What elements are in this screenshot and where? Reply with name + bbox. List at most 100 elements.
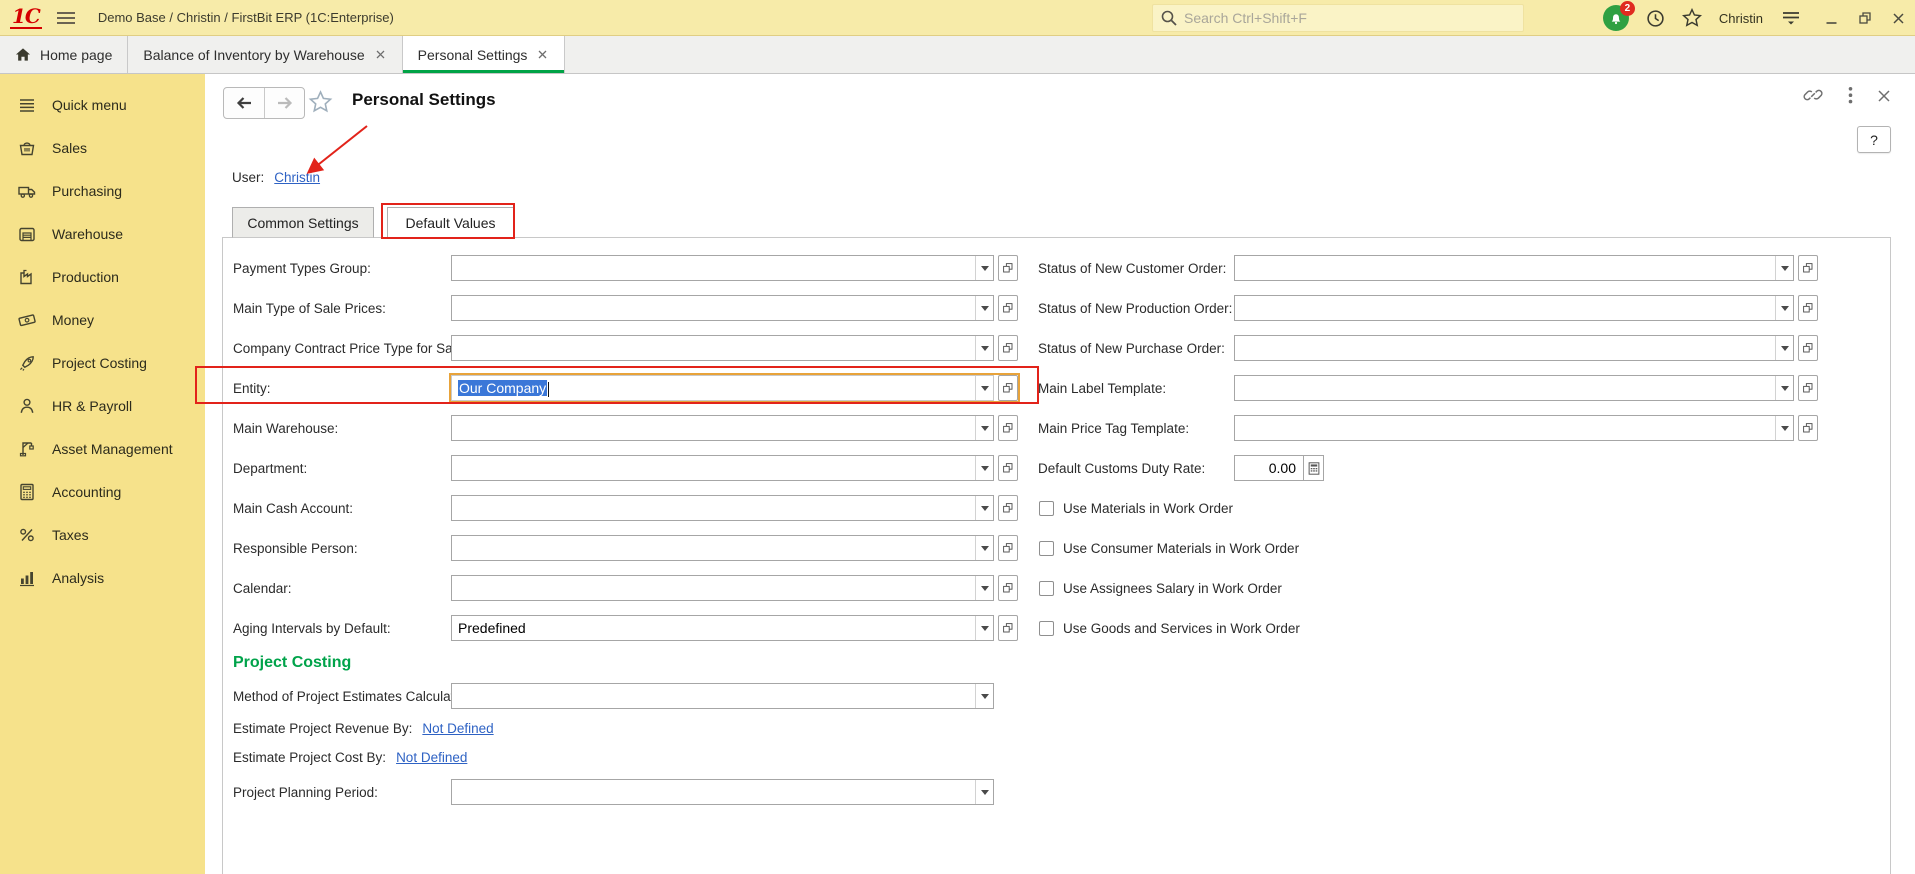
minimize-button[interactable]	[1825, 12, 1838, 25]
choose-from-list-button[interactable]	[1798, 375, 1818, 401]
sidebar-item-hr-payroll[interactable]: HR & Payroll	[0, 384, 205, 427]
aging-intervals-input[interactable]: Predefined	[451, 615, 994, 641]
field-label: Status of New Purchase Order:	[1038, 341, 1234, 356]
status-new-production-order-input[interactable]	[1234, 295, 1794, 321]
project-planning-period-input[interactable]	[451, 779, 994, 805]
get-link-button[interactable]	[1803, 86, 1824, 105]
choose-from-list-button[interactable]	[998, 335, 1018, 361]
dropdown-arrow-icon[interactable]	[975, 336, 993, 360]
choose-from-list-button[interactable]	[998, 615, 1018, 641]
tab-close-icon[interactable]	[374, 48, 387, 61]
close-form-button[interactable]	[1877, 89, 1891, 103]
dropdown-arrow-icon[interactable]	[975, 536, 993, 560]
main-cash-account-input[interactable]	[451, 495, 994, 521]
estimate-revenue-link[interactable]: Not Defined	[422, 721, 493, 736]
dropdown-arrow-icon[interactable]	[975, 256, 993, 280]
choose-from-list-button[interactable]	[998, 535, 1018, 561]
choose-from-list-button[interactable]	[998, 455, 1018, 481]
sidebar-item-taxes[interactable]: Taxes	[0, 513, 205, 556]
sidebar-item-label: Warehouse	[52, 226, 123, 242]
sidebar-item-accounting[interactable]: Accounting	[0, 470, 205, 513]
main-menu-button[interactable]	[56, 11, 76, 25]
choose-from-list-button[interactable]	[1798, 295, 1818, 321]
history-button[interactable]	[1646, 9, 1665, 28]
dropdown-arrow-icon[interactable]	[975, 496, 993, 520]
tab-close-icon[interactable]	[536, 48, 549, 61]
sidebar-item-label: Asset Management	[52, 441, 173, 457]
use-materials-checkbox[interactable]	[1039, 501, 1054, 516]
dropdown-arrow-icon[interactable]	[1775, 416, 1793, 440]
status-new-purchase-order-input[interactable]	[1234, 335, 1794, 361]
choose-from-list-button[interactable]	[998, 575, 1018, 601]
main-price-tag-template-input[interactable]	[1234, 415, 1794, 441]
notifications-button[interactable]: 2	[1603, 5, 1629, 31]
sidebar-item-money[interactable]: Money	[0, 298, 205, 341]
sidebar-item-quick-menu[interactable]: Quick menu	[0, 83, 205, 126]
back-button[interactable]	[224, 88, 264, 118]
payment-types-group-input[interactable]	[451, 255, 994, 281]
sidebar-item-warehouse[interactable]: Warehouse	[0, 212, 205, 255]
use-goods-services-checkbox[interactable]	[1039, 621, 1054, 636]
tab-balance-of-inventory[interactable]: Balance of Inventory by Warehouse	[128, 36, 402, 73]
sidebar-item-sales[interactable]: Sales	[0, 126, 205, 169]
main-warehouse-input[interactable]	[451, 415, 994, 441]
tab-default-values[interactable]: Default Values	[387, 207, 514, 238]
choose-from-list-button[interactable]	[998, 375, 1018, 401]
dropdown-arrow-icon[interactable]	[975, 456, 993, 480]
use-assignees-salary-checkbox[interactable]	[1039, 581, 1054, 596]
main-type-of-sale-prices-input[interactable]	[451, 295, 994, 321]
company-contract-price-type-input[interactable]	[451, 335, 994, 361]
tab-personal-settings[interactable]: Personal Settings	[403, 36, 566, 73]
restore-window-button[interactable]	[1858, 11, 1872, 25]
tab-home-page[interactable]: Home page	[0, 36, 128, 73]
forward-button[interactable]	[264, 88, 304, 118]
help-button[interactable]: ?	[1857, 126, 1891, 153]
dropdown-arrow-icon[interactable]	[975, 616, 993, 640]
sidebar-item-purchasing[interactable]: Purchasing	[0, 169, 205, 212]
choose-from-list-button[interactable]	[1798, 335, 1818, 361]
sidebar-item-project-costing[interactable]: Project Costing	[0, 341, 205, 384]
calculator-button[interactable]	[1304, 455, 1324, 481]
service-menu-button[interactable]	[1780, 9, 1802, 27]
dropdown-arrow-icon[interactable]	[1775, 376, 1793, 400]
choose-from-list-button[interactable]	[998, 295, 1018, 321]
calendar-input[interactable]	[451, 575, 994, 601]
add-to-favorites-button[interactable]	[308, 90, 333, 114]
search-input[interactable]	[1184, 10, 1515, 26]
dropdown-arrow-icon[interactable]	[1775, 296, 1793, 320]
choose-from-list-button[interactable]	[1798, 415, 1818, 441]
choose-from-list-button[interactable]	[998, 415, 1018, 441]
choose-from-list-button[interactable]	[998, 495, 1018, 521]
dropdown-arrow-icon[interactable]	[975, 296, 993, 320]
dropdown-arrow-icon[interactable]	[975, 416, 993, 440]
sidebar-item-label: Purchasing	[52, 183, 122, 199]
status-new-customer-order-input[interactable]	[1234, 255, 1794, 281]
user-link[interactable]: Christin	[274, 170, 320, 185]
department-input[interactable]	[451, 455, 994, 481]
sidebar-item-analysis[interactable]: Analysis	[0, 556, 205, 599]
choose-from-list-button[interactable]	[1798, 255, 1818, 281]
dropdown-arrow-icon[interactable]	[1775, 256, 1793, 280]
use-consumer-materials-checkbox[interactable]	[1039, 541, 1054, 556]
responsible-person-input[interactable]	[451, 535, 994, 561]
minimize-icon	[1825, 12, 1838, 25]
entity-input[interactable]: Our Company	[451, 375, 994, 401]
method-of-project-estimates-input[interactable]	[451, 683, 994, 709]
dropdown-arrow-icon[interactable]	[975, 684, 993, 708]
favorites-button[interactable]	[1682, 8, 1702, 28]
tab-common-settings[interactable]: Common Settings	[232, 207, 374, 238]
main-label-template-input[interactable]	[1234, 375, 1794, 401]
more-actions-button[interactable]	[1848, 86, 1853, 105]
dropdown-arrow-icon[interactable]	[975, 780, 993, 804]
dropdown-arrow-icon[interactable]	[1775, 336, 1793, 360]
close-window-button[interactable]	[1892, 12, 1905, 25]
customs-duty-rate-input[interactable]: 0.00	[1234, 455, 1304, 481]
global-search[interactable]	[1152, 4, 1524, 32]
field-label: Company Contract Price Type for Sales:	[223, 341, 451, 356]
dropdown-arrow-icon[interactable]	[975, 576, 993, 600]
sidebar-item-production[interactable]: Production	[0, 255, 205, 298]
choose-from-list-button[interactable]	[998, 255, 1018, 281]
estimate-cost-link[interactable]: Not Defined	[396, 750, 467, 765]
dropdown-arrow-icon[interactable]	[975, 376, 993, 400]
sidebar-item-asset-management[interactable]: Asset Management	[0, 427, 205, 470]
